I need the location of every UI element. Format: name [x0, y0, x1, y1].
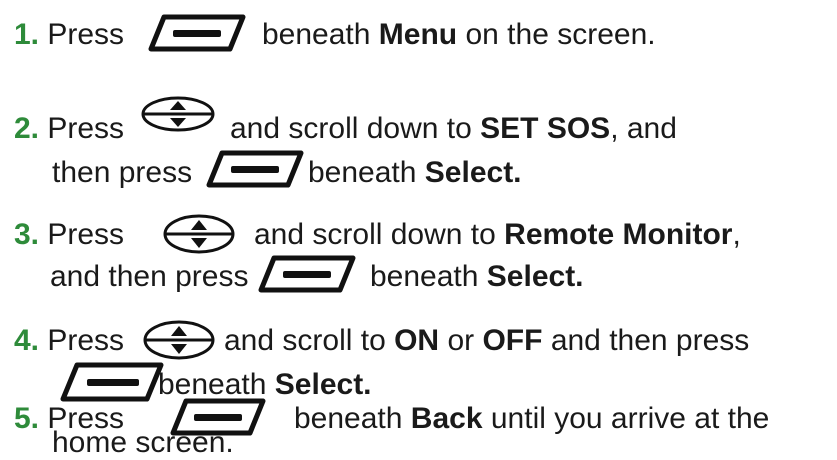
step-3-line-1: 3. Press [14, 218, 124, 252]
step-4-line-2: beneath Select. [158, 368, 372, 402]
step-text: Press [47, 112, 125, 145]
step-text: then press [52, 156, 193, 189]
step-2-line-1: 2. Press [14, 112, 124, 146]
step-3-line-2b: beneath Select. [370, 260, 584, 294]
step-text: until you arrive at the [490, 402, 770, 435]
scroll-key-icon [162, 212, 236, 256]
step-text: , and [610, 112, 677, 145]
step-keyword: Select. [486, 260, 584, 293]
step-text: home screen. [52, 426, 234, 459]
step-number: 3. [14, 218, 40, 251]
step-5-line-2: home screen. [52, 426, 234, 460]
step-text: Press [47, 218, 125, 251]
step-text: Press [47, 18, 125, 51]
step-text: beneath [370, 260, 479, 293]
step-3-line-2: and then press [50, 260, 248, 294]
step-keyword: Select. [274, 368, 372, 401]
step-text: , [732, 218, 741, 251]
step-keyword: OFF [482, 324, 543, 357]
step-text: beneath [294, 402, 403, 435]
step-3-line-1b: and scroll down to Remote Monitor, [254, 218, 741, 252]
step-text: beneath [308, 156, 417, 189]
step-text: and scroll down to [254, 218, 496, 251]
step-number: 2. [14, 112, 40, 145]
step-number: 1. [14, 18, 40, 51]
step-text: and then press [550, 324, 750, 357]
step-4-line-1: 4. Press [14, 324, 124, 358]
softkey-icon [60, 362, 164, 402]
step-text: Press [47, 324, 125, 357]
softkey-icon [148, 14, 246, 52]
step-text: on the screen. [465, 18, 656, 51]
step-5-line-1b: beneath Back until you arrive at the [294, 402, 769, 436]
scroll-key-icon [140, 94, 216, 134]
step-keyword: ON [394, 324, 440, 357]
step-1-line-1: 1. Press [14, 18, 124, 52]
step-2-line-2b: beneath Select. [308, 156, 522, 190]
step-keyword: Select. [424, 156, 522, 189]
step-text: and scroll to [224, 324, 386, 357]
step-number: 4. [14, 324, 40, 357]
step-number: 5. [14, 402, 40, 435]
step-keyword: Menu [378, 18, 458, 51]
scroll-key-icon [142, 318, 216, 362]
softkey-icon [206, 150, 304, 188]
step-text: beneath [158, 368, 267, 401]
step-keyword: Remote Monitor [504, 218, 733, 251]
step-text: and then press [50, 260, 249, 293]
step-2-line-1b: and scroll down to SET SOS, and [230, 112, 677, 146]
step-keyword: SET SOS [480, 112, 611, 145]
softkey-icon [258, 255, 356, 293]
step-text: and scroll down to [230, 112, 472, 145]
step-keyword: Back [410, 402, 483, 435]
step-text: beneath [262, 18, 371, 51]
step-1-line-1b: beneath Menu on the screen. [262, 18, 656, 52]
step-4-line-1b: and scroll to ON or OFF and then press [224, 324, 749, 358]
step-2-line-2: then press [52, 156, 192, 190]
step-text: or [447, 324, 475, 357]
